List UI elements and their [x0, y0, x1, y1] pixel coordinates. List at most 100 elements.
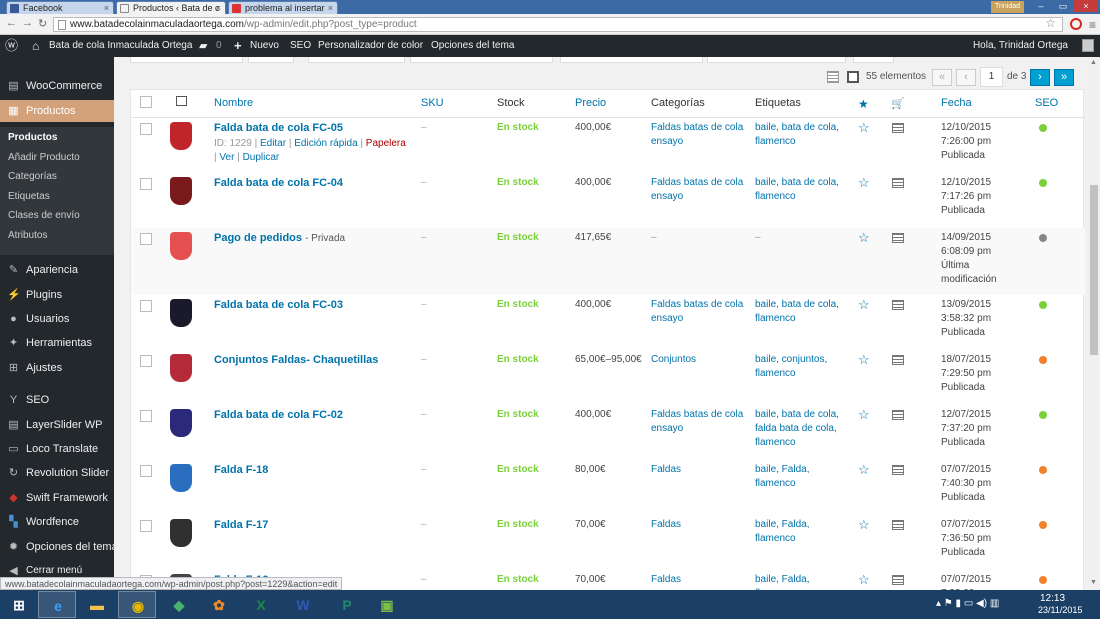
product-name-link[interactable]: Falda bata de cola FC-05	[214, 121, 343, 135]
category-link[interactable]: Conjuntos	[651, 354, 696, 365]
category-link[interactable]: ensayo	[651, 136, 683, 147]
close-tab-icon[interactable]: ×	[328, 2, 333, 14]
bookmark-star-icon[interactable]: ☆	[1045, 17, 1056, 30]
product-name-link[interactable]: Conjuntos Faldas- Chaquetillas	[214, 353, 378, 367]
product-name-link[interactable]: Falda bata de cola FC-04	[214, 176, 343, 190]
bulk-actions-select[interactable]	[130, 57, 243, 63]
photos-icon[interactable]: ▣	[368, 591, 406, 618]
minimize-icon[interactable]: –	[1030, 0, 1052, 12]
product-name-link[interactable]: Falda F-17	[214, 518, 268, 532]
featured-star-icon[interactable]: ☆	[858, 518, 870, 531]
featured-star-icon[interactable]: ☆	[858, 463, 870, 476]
row-checkbox[interactable]	[140, 355, 152, 367]
product-thumbnail[interactable]	[170, 464, 192, 492]
row-checkbox[interactable]	[140, 520, 152, 532]
column-seo[interactable]: SEO	[1035, 97, 1058, 109]
category-filter-select[interactable]	[410, 57, 553, 63]
table-row[interactable]: Falda F-17 – En stock 70,00€ Faldas baile, Fa…	[131, 515, 1085, 570]
type-filter-select[interactable]	[560, 57, 703, 63]
featured-star-icon[interactable]: ☆	[858, 176, 870, 189]
list-view-icon[interactable]	[827, 71, 839, 83]
browser-menu-icon[interactable]: ≡	[1089, 18, 1096, 32]
theme-options-link[interactable]: Opciones del tema	[431, 35, 514, 57]
category-link[interactable]: ensayo	[651, 191, 683, 202]
sidebar-item-ajustes[interactable]: ⊞ Ajustes	[0, 357, 114, 379]
category-link[interactable]: Faldas	[651, 464, 681, 475]
browser-user-badge[interactable]: Trinidad	[990, 1, 1024, 13]
tag-link[interactable]: flamenco	[755, 533, 796, 544]
apply-button[interactable]	[248, 57, 294, 63]
tag-link[interactable]: baile, bata de cola,	[755, 299, 839, 310]
submenu-productos[interactable]: Productos	[8, 128, 57, 147]
comments-icon[interactable]: ▰	[199, 35, 207, 57]
row-checkbox[interactable]	[140, 465, 152, 477]
column-name[interactable]: Nombre	[214, 97, 253, 109]
row-checkbox[interactable]	[140, 123, 152, 135]
seo-link[interactable]: SEO	[290, 35, 311, 57]
table-row[interactable]: Falda bata de cola FC-04 – En stock 400,00€…	[131, 173, 1085, 228]
site-name-link[interactable]: Bata de cola Inmaculada Ortega	[49, 35, 192, 57]
filter-button[interactable]	[853, 57, 894, 63]
tag-link[interactable]: baile, bata de cola,	[755, 122, 839, 133]
row-checkbox[interactable]	[140, 300, 152, 312]
category-link[interactable]: Faldas batas de cola	[651, 299, 743, 310]
featured-star-icon[interactable]: ☆	[858, 298, 870, 311]
column-price[interactable]: Precio	[575, 97, 606, 109]
select-all-checkbox[interactable]	[140, 96, 152, 108]
tag-link[interactable]: falda bata de cola,	[755, 423, 837, 434]
sidebar-item-theme-options[interactable]: ✹ Opciones del tema	[0, 536, 114, 558]
scroll-thumb[interactable]	[1090, 185, 1098, 355]
tag-link[interactable]: baile, conjuntos,	[755, 354, 827, 365]
featured-star-icon[interactable]: ☆	[858, 231, 870, 244]
tag-link[interactable]: flamenco	[755, 368, 796, 379]
edit-link[interactable]: Editar	[260, 138, 286, 149]
product-thumbnail[interactable]	[170, 519, 192, 547]
tab-problema[interactable]: problema al insertar ×	[228, 1, 338, 14]
tag-link[interactable]: baile, Falda,	[755, 574, 809, 585]
category-link[interactable]: Faldas batas de cola	[651, 177, 743, 188]
prev-page-button[interactable]: ‹	[956, 69, 976, 86]
scroll-down-icon[interactable]: ▼	[1090, 579, 1097, 586]
new-link[interactable]: Nuevo	[250, 35, 279, 57]
word-icon[interactable]: W	[284, 591, 322, 618]
product-name-link[interactable]: Falda F-18	[214, 463, 268, 477]
tray-icons[interactable]: ▴ ⚑ ▮ ▭ ◀) ▥	[936, 598, 999, 609]
row-checkbox[interactable]	[140, 233, 152, 245]
avatar[interactable]	[1082, 39, 1094, 52]
sidebar-item-swift-framework[interactable]: ◆ Swift Framework	[0, 487, 114, 509]
tag-link[interactable]: baile, Falda,	[755, 519, 809, 530]
tag-link[interactable]: flamenco	[755, 437, 796, 448]
explorer-icon[interactable]: ▬	[78, 591, 116, 618]
quick-edit-link[interactable]: Edición rápida	[294, 138, 357, 149]
table-row[interactable]: Pago de pedidos - Privada – En stock 417,65…	[131, 228, 1085, 295]
sidebar-item-seo[interactable]: Y SEO	[0, 389, 114, 411]
clock-date[interactable]: 23/11/2015	[1038, 605, 1082, 615]
table-row[interactable]: Falda bata de cola FC-03 – En stock 400,00€…	[131, 295, 1085, 350]
product-name-link[interactable]: Falda bata de cola FC-03	[214, 298, 343, 312]
product-name-link[interactable]: Pago de pedidos - Privada	[214, 231, 345, 246]
paint-icon[interactable]: ✿	[200, 591, 238, 618]
featured-column-star-icon[interactable]: ★	[858, 97, 869, 111]
excel-icon[interactable]: X	[242, 591, 280, 618]
sidebar-item-herramientas[interactable]: ✦ Herramientas	[0, 332, 114, 354]
tag-link[interactable]: baile, bata de cola,	[755, 409, 839, 420]
clock-time[interactable]: 12:13	[1040, 593, 1065, 604]
category-link[interactable]: Faldas	[651, 519, 681, 530]
table-row[interactable]: Falda bata de cola FC-02 – En stock 400,00€…	[131, 405, 1085, 460]
start-icon[interactable]: ⊞	[0, 591, 38, 618]
column-date[interactable]: Fecha	[941, 97, 972, 109]
tab-productos[interactable]: Productos ‹ Bata de c ×	[116, 1, 226, 14]
featured-star-icon[interactable]: ☆	[858, 408, 870, 421]
product-thumbnail[interactable]	[170, 354, 192, 382]
table-row[interactable]: Falda bata de cola FC-05 ID: 1229 | Edita…	[131, 118, 1085, 173]
tag-link[interactable]: baile, bata de cola,	[755, 177, 839, 188]
close-window-icon[interactable]: ×	[1074, 0, 1098, 12]
table-row[interactable]: Conjuntos Faldas- Chaquetillas – En stock 6…	[131, 350, 1085, 405]
last-page-button[interactable]: »	[1054, 69, 1074, 86]
date-filter-select[interactable]	[308, 57, 405, 63]
url-field[interactable]: www.batadecolainmaculadaortega.com/wp-ad…	[53, 17, 1063, 32]
submenu-attributes[interactable]: Atributos	[8, 226, 47, 245]
sidebar-item-apariencia[interactable]: ✎ Apariencia	[0, 259, 114, 281]
tag-link[interactable]: flamenco	[755, 191, 796, 202]
product-thumbnail[interactable]	[170, 122, 192, 150]
